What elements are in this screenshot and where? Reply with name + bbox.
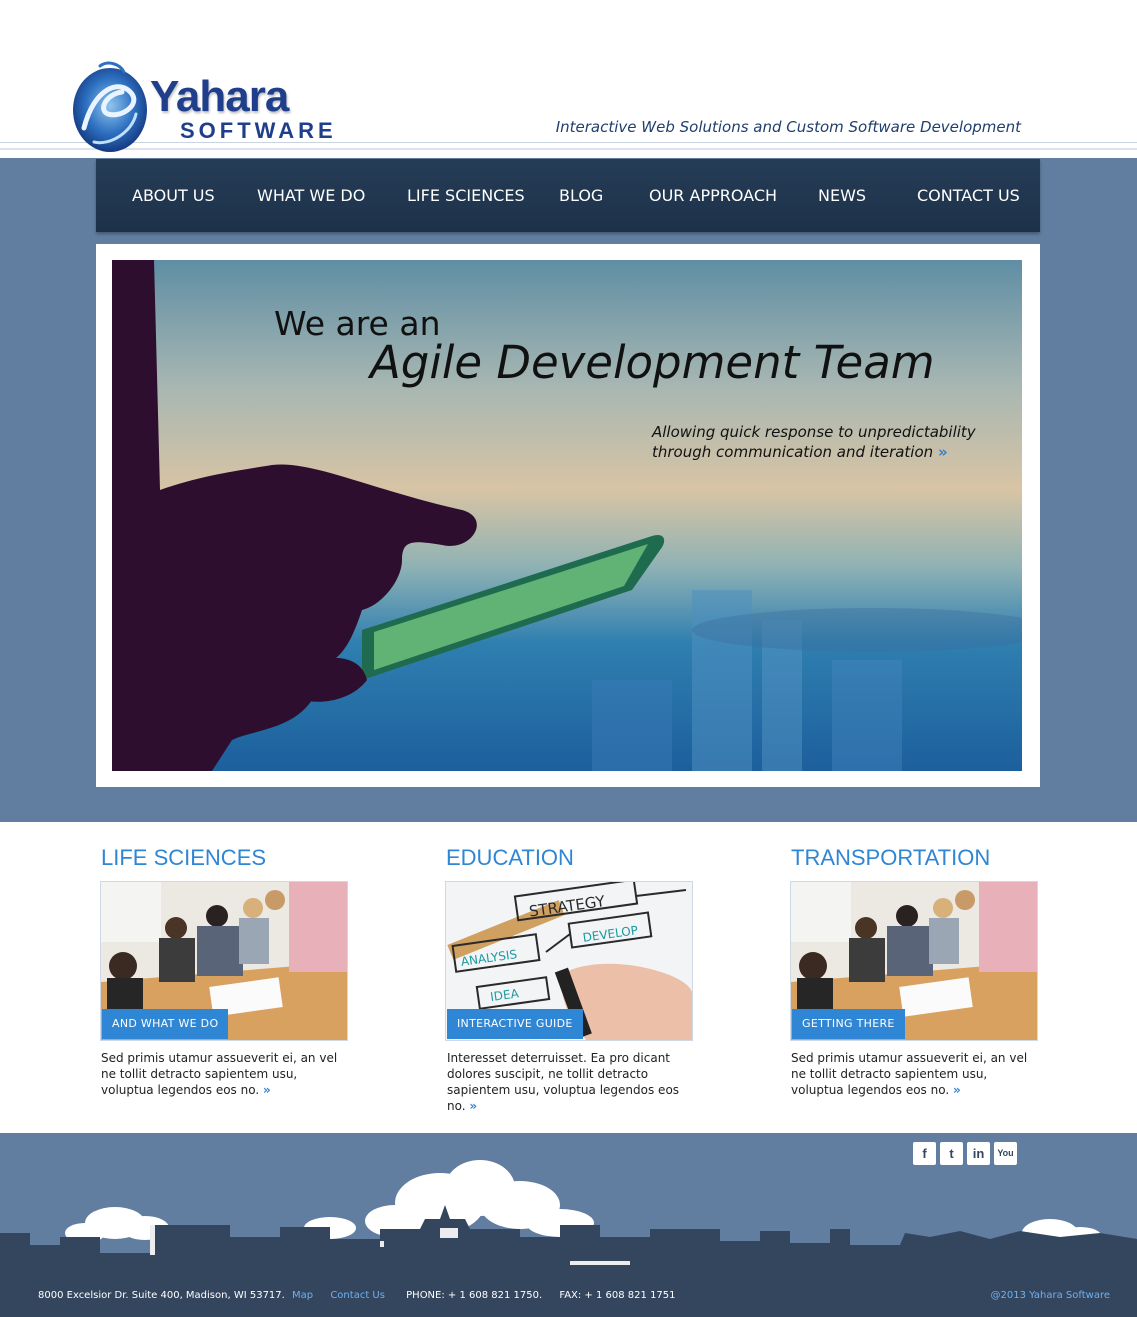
hero-subtext-line1: Allowing quick response to unpredictabil…	[652, 423, 976, 441]
nav-item-news[interactable]: NEWS	[818, 186, 866, 205]
card-image-transportation[interactable]: GETTING THERE	[790, 881, 1038, 1041]
facebook-icon[interactable]: f	[913, 1142, 936, 1165]
footer-phone: PHONE: + 1 608 821 1750.	[406, 1290, 543, 1301]
card-title-life-sciences[interactable]: LIFE SCIENCES	[101, 845, 266, 871]
youtube-icon[interactable]: You	[994, 1142, 1017, 1165]
card-text-education: Interesset deterruisset. Ea pro dicant d…	[447, 1050, 697, 1114]
hero-subtext: Allowing quick response to unpredictabil…	[652, 422, 976, 462]
logo-subtitle: SOFTWARE	[180, 118, 337, 143]
footer-copyright: @2013 Yahara Software	[990, 1290, 1110, 1301]
card-more-link[interactable]: »	[953, 1083, 961, 1097]
footer-fax: FAX: + 1 608 821 1751	[559, 1290, 676, 1301]
card-title-transportation[interactable]: TRANSPORTATION	[791, 845, 990, 871]
card-description: Sed primis utamur assueverit ei, an vel …	[101, 1051, 338, 1097]
logo-swirl-icon	[73, 61, 147, 152]
site-header: Yahara SOFTWARE Interactive Web Solution…	[0, 0, 1137, 158]
hero-subtext-line2: through communication and iteration	[652, 443, 934, 461]
card-button-transportation[interactable]: GETTING THERE	[792, 1009, 905, 1039]
nav-item-contact-us[interactable]: CONTACT US	[917, 186, 1020, 205]
hero-headline: Agile Development Team	[370, 336, 935, 389]
card-title-education[interactable]: EDUCATION	[446, 845, 574, 871]
nav-item-blog[interactable]: BLOG	[559, 186, 603, 205]
card-image-life-sciences[interactable]: AND WHAT WE DO	[100, 881, 348, 1041]
card-image-education[interactable]: STRATEGY DEVELOP ANALYSIS IDEA INTERACTI…	[445, 881, 693, 1041]
site-logo[interactable]: Yahara SOFTWARE	[70, 58, 360, 158]
card-description: Interesset deterruisset. Ea pro dicant d…	[447, 1051, 680, 1113]
nav-item-our-approach[interactable]: OUR APPROACH	[649, 186, 777, 205]
nav-item-about-us[interactable]: ABOUT US	[132, 186, 215, 205]
main-navigation: ABOUT US WHAT WE DO LIFE SCIENCES BLOG O…	[96, 159, 1040, 232]
nav-item-what-we-do[interactable]: WHAT WE DO	[257, 186, 365, 205]
linkedin-icon[interactable]: in	[967, 1142, 990, 1165]
hero-banner[interactable]: We are an Agile Development Team Allowin…	[112, 260, 1022, 771]
site-tagline: Interactive Web Solutions and Custom Sof…	[555, 118, 1021, 136]
card-text-life-sciences: Sed primis utamur assueverit ei, an vel …	[101, 1050, 351, 1098]
logo-wordmark: Yahara	[150, 72, 289, 121]
card-button-life-sciences[interactable]: AND WHAT WE DO	[102, 1009, 229, 1039]
card-more-link[interactable]: »	[263, 1083, 271, 1097]
card-button-education[interactable]: INTERACTIVE GUIDE	[447, 1009, 583, 1039]
card-text-transportation: Sed primis utamur assueverit ei, an vel …	[791, 1050, 1041, 1098]
nav-item-life-sciences[interactable]: LIFE SCIENCES	[407, 186, 525, 205]
hero-more-link[interactable]: »	[938, 443, 948, 461]
footer-address: 8000 Excelsior Dr. Suite 400, Madison, W…	[38, 1290, 676, 1301]
footer-contact-link[interactable]: Contact Us	[330, 1290, 385, 1301]
footer-address-text: 8000 Excelsior Dr. Suite 400, Madison, W…	[38, 1290, 285, 1301]
card-more-link[interactable]: »	[469, 1099, 477, 1113]
card-description: Sed primis utamur assueverit ei, an vel …	[791, 1051, 1028, 1097]
twitter-icon[interactable]: t	[940, 1142, 963, 1165]
footer-map-link[interactable]: Map	[292, 1290, 313, 1301]
